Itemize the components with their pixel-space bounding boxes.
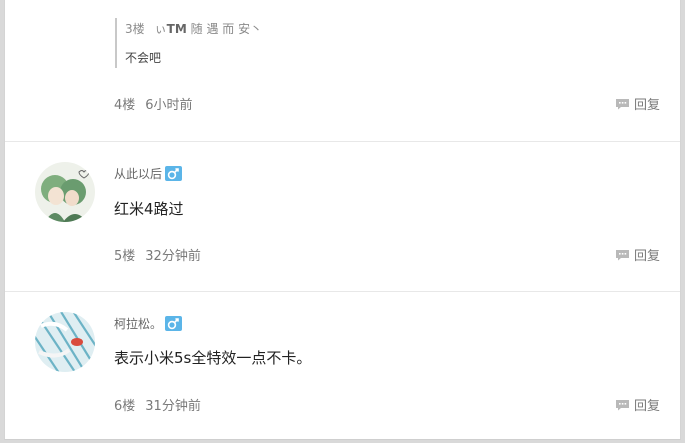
comment-footer: 6楼 31分钟前: [114, 395, 201, 414]
comment-item: 3楼 ぃTM 随 遇 而 安丶 不会吧 4楼 6小时前 回复: [5, 0, 680, 141]
username[interactable]: 从此以后: [114, 165, 183, 182]
comment-footer: 4楼 6小时前: [114, 94, 193, 113]
comment-text: 表示小米5s全特效一点不卡。: [114, 349, 312, 367]
comment-list: 3楼 ぃTM 随 遇 而 安丶 不会吧 4楼 6小时前 回复 从此以后 红米4路…: [4, 0, 681, 440]
reply-button[interactable]: 回复: [615, 245, 660, 264]
comment-time: 31分钟前: [145, 399, 201, 414]
floor-number: 6楼: [114, 399, 136, 414]
sub-reply-quote: 3楼 ぃTM 随 遇 而 安丶 不会吧: [115, 18, 262, 68]
reply-button[interactable]: 回复: [615, 395, 660, 414]
avatar-image: [35, 312, 95, 372]
comment-time: 32分钟前: [145, 249, 201, 264]
sub-reply-text: 不会吧: [125, 51, 162, 65]
comment-time: 6小时前: [145, 98, 193, 113]
male-icon: [165, 316, 183, 331]
reply-label: 回复: [633, 98, 660, 113]
comment-item: 柯拉松。 表示小米5s全特效一点不卡。 6楼 31分钟前 回复: [5, 292, 680, 440]
floor-number: 5楼: [114, 249, 136, 264]
comment-text: 红米4路过: [114, 200, 184, 218]
sub-reply-floor: 3楼: [125, 22, 145, 36]
sub-reply-username[interactable]: ぃTM 随 遇 而 安丶: [155, 22, 262, 36]
reply-label: 回复: [633, 399, 660, 414]
avatar-image: [35, 162, 95, 222]
username-prefix: ぃ: [154, 22, 167, 36]
floor-number: 4楼: [114, 98, 136, 113]
male-icon: [165, 166, 183, 181]
comment-bubble-icon: [615, 399, 629, 410]
comment-bubble-icon: [615, 249, 629, 260]
username-label: 柯拉松。: [114, 317, 163, 331]
comment-item: 从此以后 红米4路过 5楼 32分钟前 回复: [5, 142, 680, 291]
username-rest: 随 遇 而 安丶: [190, 22, 263, 36]
sub-reply-meta: 3楼 ぃTM 随 遇 而 安丶: [125, 18, 262, 40]
reply-button[interactable]: 回复: [615, 94, 660, 113]
avatar[interactable]: [35, 162, 95, 222]
reply-label: 回复: [633, 249, 660, 264]
comment-bubble-icon: [615, 98, 629, 109]
username-label: 从此以后: [114, 167, 163, 181]
avatar[interactable]: [35, 312, 95, 372]
username-bold: TM: [166, 22, 187, 36]
comment-footer: 5楼 32分钟前: [114, 245, 201, 264]
username[interactable]: 柯拉松。: [114, 315, 183, 332]
